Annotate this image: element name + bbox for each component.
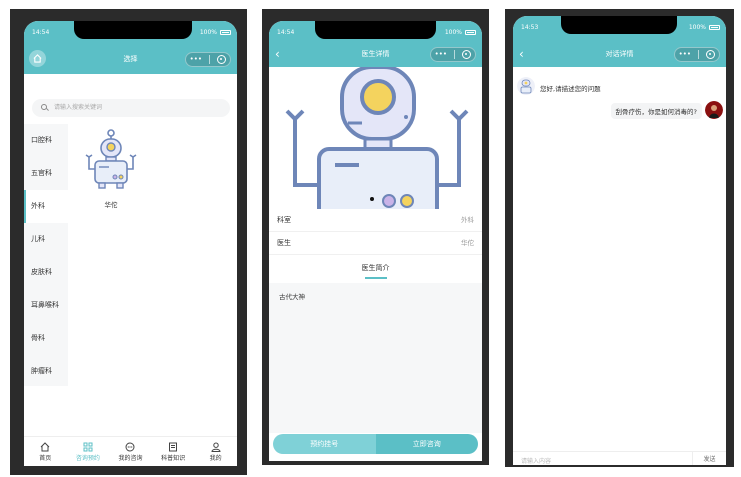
action-bar: 预约挂号 立即咨询: [273, 434, 478, 454]
battery-percent: 100%: [444, 29, 462, 36]
home-icon: [40, 442, 50, 452]
back-arrow-icon[interactable]: ‹: [275, 43, 280, 65]
search-placeholder: 请输入搜索关键词: [54, 104, 103, 111]
user-icon: [211, 442, 221, 452]
screen-category: 14:54 100% 选择 ••• 请输入搜索关键词 口腔科 五官科 外科 儿科…: [24, 21, 237, 466]
more-icon[interactable]: •••: [190, 52, 202, 67]
tab-label: 我的咨询: [118, 455, 143, 462]
send-button[interactable]: 发送: [692, 452, 726, 465]
page-title: 医生详情: [361, 50, 390, 58]
robot-avatar-icon: [85, 129, 137, 189]
home-icon[interactable]: [29, 50, 46, 67]
category-item[interactable]: 口腔科: [24, 124, 68, 157]
tab-doctor-intro[interactable]: 医生简介: [269, 263, 482, 279]
tab-label: 医生简介: [361, 264, 390, 272]
consult-now-button[interactable]: 立即咨询: [375, 434, 478, 454]
capsule-divider: [209, 55, 211, 64]
battery-indicator: 100%: [445, 29, 476, 36]
message-user: 刮骨疗伤，你是如何消毒的?: [610, 103, 702, 119]
doctor-name: 华佗: [104, 201, 118, 209]
battery-percent: 100%: [199, 29, 217, 36]
notch: [74, 21, 192, 39]
battery-icon: [465, 30, 476, 35]
user-avatar: [705, 101, 723, 119]
message-input[interactable]: 请输入内容: [521, 456, 551, 465]
grid-icon: [83, 442, 93, 452]
doctor-card[interactable]: 华佗: [76, 129, 146, 209]
mini-program-capsule[interactable]: •••: [430, 47, 476, 62]
doctor-photo-carousel[interactable]: [269, 67, 482, 209]
tab-knowledge[interactable]: 科普知识: [152, 437, 195, 466]
battery-icon: [709, 25, 720, 30]
search-icon: [41, 104, 47, 110]
status-time: 14:53: [521, 24, 539, 31]
department-row: 科室 外科: [269, 209, 482, 232]
doctor-label: 医生: [277, 239, 291, 247]
mini-program-capsule[interactable]: •••: [674, 47, 720, 62]
phone-frame-category: 14:54 100% 选择 ••• 请输入搜索关键词 口腔科 五官科 外科 儿科…: [10, 9, 247, 475]
tab-label: 我的: [209, 455, 222, 462]
screen-chat: 14:53 100% ‹ 对话详情 ••• 您好,请描述您的问题 刮骨疗伤，你是…: [513, 16, 726, 465]
battery-indicator: 100%: [200, 29, 231, 36]
page-title: 选择: [123, 55, 138, 63]
tab-underline: [364, 277, 387, 279]
category-item[interactable]: 骨科: [24, 322, 68, 355]
search-input[interactable]: 请输入搜索关键词: [32, 99, 230, 117]
chat-input-bar: 请输入内容 发送: [513, 451, 726, 465]
tab-bar: 首页 咨询预约 我的咨询 科普知识 我的: [24, 436, 237, 466]
battery-indicator: 100%: [689, 24, 720, 31]
message-bot: 您好,请描述您的问题: [538, 80, 603, 96]
nav-bar: ‹ 对话详情 •••: [513, 43, 726, 65]
notch: [561, 16, 677, 34]
tab-consult-booking[interactable]: 咨询预约: [67, 437, 110, 466]
bot-avatar: [517, 77, 535, 95]
chat-icon: [125, 442, 135, 452]
tab-mine[interactable]: 我的: [194, 437, 237, 466]
message-text: 您好,请描述您的问题: [538, 80, 603, 96]
department-label: 科室: [277, 216, 291, 224]
screen-doctor-detail: 14:54 100% ‹ 医生详情 ••• 科室 外科 医生 华佗 医生简介 古…: [269, 21, 482, 461]
more-icon[interactable]: •••: [679, 47, 691, 62]
phone-frame-chat: 14:53 100% ‹ 对话详情 ••• 您好,请描述您的问题 刮骨疗伤，你是…: [505, 9, 734, 467]
notch: [315, 21, 436, 39]
nav-bar: ‹ 医生详情 •••: [269, 43, 482, 65]
intro-content: 古代大神: [269, 283, 482, 433]
category-item[interactable]: 五官科: [24, 157, 68, 190]
battery-percent: 100%: [688, 24, 706, 31]
category-item[interactable]: 皮肤科: [24, 256, 68, 289]
category-item[interactable]: 耳鼻喉科: [24, 289, 68, 322]
battery-icon: [220, 30, 231, 35]
book-appointment-button[interactable]: 预约挂号: [273, 434, 376, 454]
nav-bar: 选择 •••: [24, 48, 237, 70]
page-title: 对话详情: [605, 50, 634, 58]
category-item-active[interactable]: 外科: [24, 190, 68, 223]
mini-program-capsule[interactable]: •••: [185, 52, 231, 67]
message-text: 刮骨疗伤，你是如何消毒的?: [610, 103, 702, 119]
doctor-row: 医生 华佗: [269, 232, 482, 255]
category-list: 口腔科 五官科 外科 儿科 皮肤科 耳鼻喉科 骨科 肿瘤科: [24, 124, 68, 386]
more-icon[interactable]: •••: [435, 47, 447, 62]
tab-label: 咨询预约: [75, 455, 100, 462]
close-target-icon[interactable]: [462, 50, 472, 59]
close-target-icon[interactable]: [706, 50, 716, 59]
category-item[interactable]: 儿科: [24, 223, 68, 256]
tab-label: 首页: [39, 455, 52, 462]
tab-label: 科普知识: [161, 455, 186, 462]
status-time: 14:54: [277, 29, 295, 36]
status-time: 14:54: [32, 29, 50, 36]
capsule-divider: [698, 50, 700, 59]
category-item[interactable]: 肿瘤科: [24, 355, 68, 388]
department-value: 外科: [461, 216, 474, 224]
intro-text: 古代大神: [279, 293, 305, 301]
robot-avatar-icon: [285, 67, 469, 209]
close-target-icon[interactable]: [217, 55, 227, 64]
doctor-value: 华佗: [461, 239, 474, 247]
tab-my-consults[interactable]: 我的咨询: [109, 437, 152, 466]
book-icon: [169, 442, 178, 452]
capsule-divider: [454, 50, 456, 59]
back-arrow-icon[interactable]: ‹: [519, 43, 524, 65]
phone-frame-doctor-detail: 14:54 100% ‹ 医生详情 ••• 科室 外科 医生 华佗 医生简介 古…: [262, 9, 489, 465]
tab-home[interactable]: 首页: [24, 437, 67, 466]
